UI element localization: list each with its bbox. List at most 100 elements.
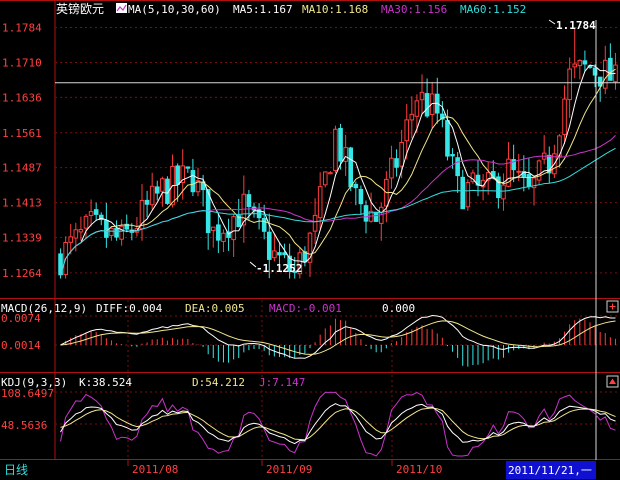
macd-diff-label: DIFF:0.004 [96, 302, 163, 315]
candle-up [501, 184, 506, 200]
candle-down [175, 165, 180, 185]
candle-up [221, 232, 226, 242]
candle-down [445, 120, 450, 157]
candle-up [210, 226, 216, 232]
candle-down [358, 188, 364, 205]
candle-up [343, 147, 348, 162]
candle-up [312, 214, 318, 232]
candle-up [409, 113, 415, 121]
price-tick-label: 1.1339 [2, 231, 42, 244]
candle-down [450, 154, 455, 157]
kdj-d-label: D:54.212 [192, 376, 245, 389]
candle-down [104, 220, 109, 238]
kdj-tick-lower: 48.5636 [1, 419, 47, 432]
candle-down [190, 170, 196, 193]
price-tick-label: 1.1264 [2, 267, 42, 280]
candle-up [404, 119, 410, 142]
candle-up [322, 171, 328, 186]
candle-up [562, 98, 567, 135]
candle-up [78, 229, 84, 233]
kdj-tick-upper: 108.6497 [1, 387, 54, 400]
candle-down [93, 209, 99, 215]
forex-chart[interactable]: 1.1784 1.1710 1.1636 1.1561 1.1487 1.1413 1.13… [0, 0, 620, 480]
price-tick-label: 1.1710 [2, 56, 42, 69]
candle-down [261, 217, 267, 232]
symbol-title: 英镑欧元 [56, 1, 104, 16]
candle-up [419, 91, 425, 101]
macd-tick-upper: 0.0074 [1, 312, 41, 325]
candle-down [114, 227, 119, 238]
candle-down [526, 174, 532, 187]
candle-up [119, 225, 124, 240]
high-marker: 1.1784 [548, 19, 596, 32]
candle-down [608, 57, 613, 81]
ma60-label: MA60:1.152 [460, 3, 526, 16]
ma5-label: MA5:1.167 [233, 3, 293, 16]
candle-down [154, 186, 160, 194]
candle-down [353, 183, 359, 189]
price-tick-label: 1.1784 [2, 22, 42, 35]
ma30-label: MA30:1.156 [381, 3, 447, 16]
period-tab[interactable]: 日线 [0, 460, 54, 480]
candle-down [373, 211, 379, 222]
candle-up [83, 215, 89, 229]
price-tick-label: 1.1636 [2, 91, 42, 104]
candle-down [185, 166, 191, 169]
macd-extra-label: 0.000 [382, 302, 415, 315]
candle-down [348, 147, 354, 188]
low-marker: -1.1252 [249, 261, 302, 275]
date-axis: 2011/08 2011/09 2011/10 [127, 460, 442, 476]
ma-legend-icon[interactable] [116, 3, 127, 13]
candle-down [455, 157, 460, 177]
candle-down [277, 252, 282, 256]
candle-down [582, 60, 588, 65]
candle-up [465, 182, 471, 208]
ma-set-label: MA(5,10,30,60) [128, 3, 221, 16]
candle-up [73, 229, 79, 239]
candle-up [272, 250, 277, 259]
candle-down [246, 194, 252, 208]
kdj-k-label: K:38.524 [79, 376, 132, 389]
period-tab-label: 日线 [4, 463, 28, 477]
candle-down [338, 127, 343, 162]
candle-down [216, 224, 221, 241]
date-label: 2011/09 [266, 463, 312, 476]
candle-down [424, 93, 430, 117]
candle-up [231, 216, 236, 241]
candle-up [577, 59, 583, 67]
candle-down [266, 231, 272, 260]
date-label: 2011/08 [132, 463, 178, 476]
kdj-j-label: J:7.147 [259, 376, 305, 389]
candle-up [328, 172, 333, 175]
candle-up [333, 128, 338, 172]
candle-up [109, 227, 114, 237]
macd-dea-label: DEA:0.005 [185, 302, 245, 315]
candle-up [317, 186, 323, 219]
price-tick-label: 1.1487 [2, 162, 42, 175]
date-label: 2011/10 [396, 463, 442, 476]
macd-tick-lower: 0.0014 [1, 339, 41, 352]
up-arrow-icon[interactable] [606, 375, 619, 388]
candle-up [88, 211, 94, 216]
candle-up [389, 157, 394, 179]
candle-down [144, 199, 150, 205]
candle-up [567, 68, 572, 101]
high-label: 1.1784 [556, 19, 596, 32]
candle-up [516, 170, 522, 173]
macd-value-label: MACD:-0.001 [269, 302, 342, 315]
selected-date: 2011/11/21,一 [508, 464, 592, 477]
candle-up [160, 178, 165, 192]
candle-up [536, 160, 542, 181]
low-label: -1.1252 [256, 262, 302, 275]
candle-down [460, 176, 466, 210]
ma10-label: MA10:1.168 [302, 3, 368, 16]
candle-down [394, 158, 399, 168]
price-tick-label: 1.1561 [2, 127, 42, 140]
candle-up [572, 63, 578, 68]
price-tick-label: 1.1413 [2, 197, 42, 210]
candle-up [414, 100, 420, 117]
candle-up [68, 236, 74, 243]
candle-up [399, 141, 404, 167]
candle-up [149, 185, 155, 206]
plus-icon[interactable] [606, 300, 619, 313]
